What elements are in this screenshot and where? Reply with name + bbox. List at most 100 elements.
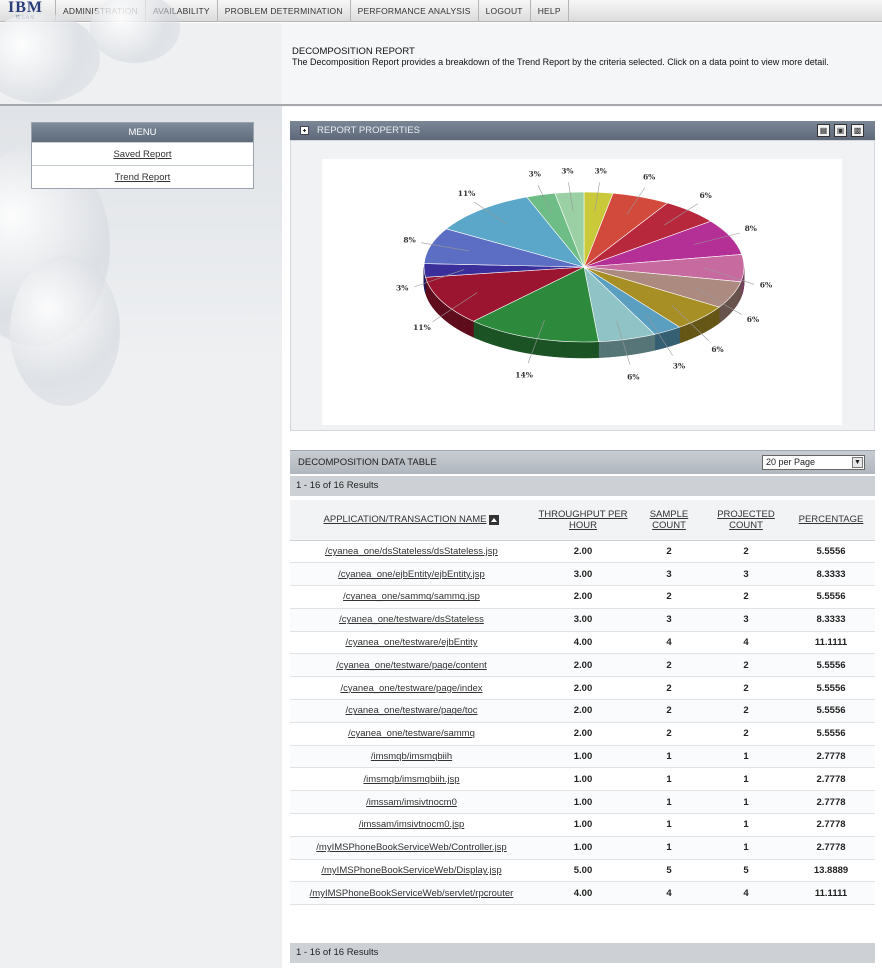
- pie-slice-label: 8%: [403, 235, 415, 244]
- export-excel-icon[interactable]: ▦: [817, 124, 830, 137]
- app-name-link[interactable]: /imsmqb/imsmqbiih: [290, 745, 533, 769]
- col-sample-count[interactable]: SAMPLE COUNT: [633, 500, 705, 541]
- throughput-cell: 1.00: [533, 767, 633, 792]
- col-percentage-label[interactable]: PERCENTAGE: [799, 514, 864, 525]
- dropdown-arrow-icon[interactable]: ▼: [852, 457, 863, 468]
- app-name-link[interactable]: /cyanea_one/testware/page/index: [290, 676, 533, 701]
- table-row: /cyanea_one/sammq/sammq.jsp 2.00 2 2 5.5556: [290, 585, 875, 609]
- col-throughput[interactable]: THROUGHPUT PER HOUR: [533, 500, 633, 541]
- sample-count-cell: 1: [633, 767, 705, 792]
- pie-slice-side: [531, 337, 535, 355]
- pie-slice-label: 11%: [458, 189, 476, 198]
- export-pdf-icon[interactable]: ▣: [834, 124, 847, 137]
- trend-report-link[interactable]: Trend Report: [115, 172, 171, 183]
- pie-chart[interactable]: 3% 6% 6% 8% 6% 6% 6% 3% 6% 14% 11% 3% 8% 11% 3% 3%: [322, 159, 842, 425]
- pie-slice-side: [524, 336, 529, 354]
- pie-slice-label: 3%: [528, 170, 540, 179]
- results-count-bottom: 1 - 16 of 16 Results: [290, 943, 875, 963]
- table-row: /cyanea_one/ejbEntity/ejbEntity.jsp 3.00 3…: [290, 562, 875, 587]
- nav-help[interactable]: HELP: [531, 0, 569, 21]
- pie-slice-side: [571, 341, 575, 359]
- results-count-top: 1 - 16 of 16 Results: [290, 476, 875, 496]
- decorative-bubble: [10, 256, 120, 406]
- nav-logout[interactable]: LOGOUT: [479, 0, 531, 21]
- pie-slice-label: 8%: [745, 224, 757, 233]
- throughput-cell: 2.00: [533, 585, 633, 609]
- pie-slice-label: 6%: [643, 172, 655, 181]
- pie-slice-label: 11%: [413, 323, 431, 332]
- pie-slice-side: [491, 327, 496, 346]
- throughput-cell: 3.00: [533, 608, 633, 632]
- pie-slice-side: [494, 328, 498, 347]
- table-row: /myIMSPhoneBookServiceWeb/servlet/rpcrou…: [290, 881, 875, 906]
- pie-slice-side: [521, 335, 526, 354]
- nav-performance-analysis[interactable]: PERFORMANCE ANALYSIS: [351, 0, 479, 21]
- table-row: /imsmqb/imsmqbiih 1.00 1 1 2.7778: [290, 745, 875, 769]
- sample-count-cell: 4: [633, 881, 705, 906]
- sample-count-cell: 5: [633, 859, 705, 883]
- app-name-link[interactable]: /cyanea_one/ejbEntity/ejbEntity.jsp: [290, 562, 533, 587]
- pie-slice-side: [591, 341, 596, 359]
- sort-icon[interactable]: [489, 514, 500, 525]
- projected-count-cell: 2: [705, 585, 787, 609]
- projected-count-cell: 3: [705, 608, 787, 632]
- percentage-cell: 2.7778: [787, 790, 875, 815]
- pie-slice-side: [473, 320, 477, 339]
- app-name-link[interactable]: /myIMSPhoneBookServiceWeb/Display.jsp: [290, 859, 533, 883]
- throughput-cell: 2.00: [533, 653, 633, 678]
- app-name-link[interactable]: /cyanea_one/dsStateless/dsStateless.jsp: [290, 540, 533, 564]
- expand-icon[interactable]: [300, 126, 309, 135]
- table-body: /cyanea_one/dsStateless/dsStateless.jsp 2…: [290, 540, 875, 906]
- app-name-link[interactable]: /cyanea_one/sammq/sammq.jsp: [290, 585, 533, 609]
- nav-problem-determination[interactable]: PROBLEM DETERMINATION: [218, 0, 351, 21]
- pie-slice-label: 14%: [515, 371, 533, 380]
- pie-slice-side: [577, 341, 582, 359]
- pie-slice-side: [462, 315, 465, 334]
- sample-count-cell: 2: [633, 676, 705, 701]
- app-name-link[interactable]: /imsmqb/imsmqbiih.jsp: [290, 767, 533, 792]
- app-name-link[interactable]: /cyanea_one/testware/page/content: [290, 653, 533, 678]
- chart-panel: 3% 6% 6% 8% 6% 6% 6% 3% 6% 14% 11% 3% 8% 11% 3% 3%: [290, 140, 875, 431]
- throughput-cell: 1.00: [533, 745, 633, 769]
- col-throughput-label[interactable]: THROUGHPUT PER HOUR: [538, 509, 627, 531]
- pie-slice-side: [509, 333, 513, 351]
- pie-slice-side: [467, 318, 470, 336]
- per-page-select[interactable]: 20 per Page ▼: [762, 455, 865, 470]
- app-name-link[interactable]: /myIMSPhoneBookServiceWeb/servlet/rpcrou…: [290, 881, 533, 906]
- pie-slice-side: [574, 341, 579, 359]
- report-properties-bar[interactable]: REPORT PROPERTIES ▦ ▣ ▩: [290, 121, 875, 140]
- percentage-cell: 5.5556: [787, 585, 875, 609]
- throughput-cell: 1.00: [533, 813, 633, 837]
- app-name-link[interactable]: /imssam/imsivtnocm0: [290, 790, 533, 815]
- pie-slice-side: [544, 339, 548, 357]
- table-row: /cyanea_one/testware/ejbEntity 4.00 4 4 11.1…: [290, 631, 875, 655]
- col-app-name[interactable]: APPLICATION/TRANSACTION NAME: [290, 500, 533, 541]
- projected-count-cell: 2: [705, 653, 787, 678]
- app-name-link[interactable]: /myIMSPhoneBookServiceWeb/Controller.jsp: [290, 836, 533, 860]
- col-projected-count[interactable]: PROJECTED COUNT: [705, 500, 787, 541]
- col-projected-count-label[interactable]: PROJECTED COUNT: [717, 509, 775, 531]
- decorative-bubble: [0, 13, 100, 103]
- sample-count-cell: 1: [633, 813, 705, 837]
- col-app-name-label[interactable]: APPLICATION/TRANSACTION NAME: [324, 514, 487, 525]
- menu-title: MENU: [32, 123, 253, 142]
- projected-count-cell: 1: [705, 790, 787, 815]
- col-percentage[interactable]: PERCENTAGE: [787, 500, 875, 541]
- app-name-link[interactable]: /imssam/imsivtnocm0.jsp: [290, 813, 533, 837]
- app-name-link[interactable]: /cyanea_one/testware/page/toc: [290, 699, 533, 723]
- table-row: /cyanea_one/testware/dsStateless 3.00 3 3 8.…: [290, 608, 875, 632]
- table-row: /imssam/imsivtnocm0.jsp 1.00 1 1 2.7778: [290, 813, 875, 837]
- pie-slice-side: [547, 339, 552, 357]
- percentage-cell: 2.7778: [787, 745, 875, 769]
- pie-slice-label: 3%: [673, 362, 685, 371]
- pie-slice-side: [581, 341, 586, 359]
- app-name-link[interactable]: /cyanea_one/testware/sammq: [290, 722, 533, 746]
- col-sample-count-label[interactable]: SAMPLE COUNT: [650, 509, 689, 531]
- print-icon[interactable]: ▩: [851, 124, 864, 137]
- app-name-link[interactable]: /cyanea_one/testware/dsStateless: [290, 608, 533, 632]
- saved-report-link[interactable]: Saved Report: [113, 149, 171, 160]
- app-name-link[interactable]: /cyanea_one/testware/ejbEntity: [290, 631, 533, 655]
- throughput-cell: 4.00: [533, 631, 633, 655]
- projected-count-cell: 2: [705, 722, 787, 746]
- pie-slice-side: [554, 340, 559, 358]
